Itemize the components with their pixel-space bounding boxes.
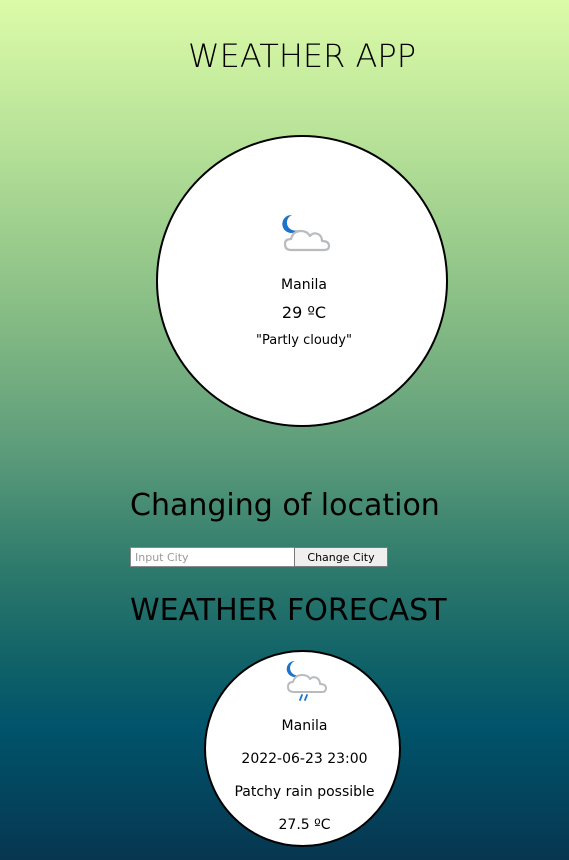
forecast-city: Manila — [281, 718, 328, 734]
forecast-temperature: 27.5 ºC — [278, 817, 331, 833]
forecast-datetime: 2022-06-23 23:00 — [241, 751, 368, 767]
change-city-button[interactable]: Change City — [294, 547, 388, 567]
forecast-title: WEATHER FORECAST — [130, 593, 447, 628]
moon-cloud-rain-icon — [286, 660, 327, 701]
location-title: Changing of location — [130, 488, 440, 523]
app-title: WEATHER APP — [188, 37, 416, 75]
current-city: Manila — [281, 277, 327, 293]
current-temperature: 29 ºC — [281, 303, 327, 322]
current-condition: "Partly cloudy" — [256, 333, 352, 348]
current-weather-card: Manila 29 ºC "Partly cloudy" — [156, 135, 448, 427]
forecast-card: Manila 2022-06-23 23:00 Patchy rain poss… — [204, 650, 401, 847]
forecast-condition: Patchy rain possible — [234, 784, 375, 800]
city-input[interactable] — [130, 547, 298, 567]
moon-partly-cloudy-icon — [282, 214, 331, 252]
